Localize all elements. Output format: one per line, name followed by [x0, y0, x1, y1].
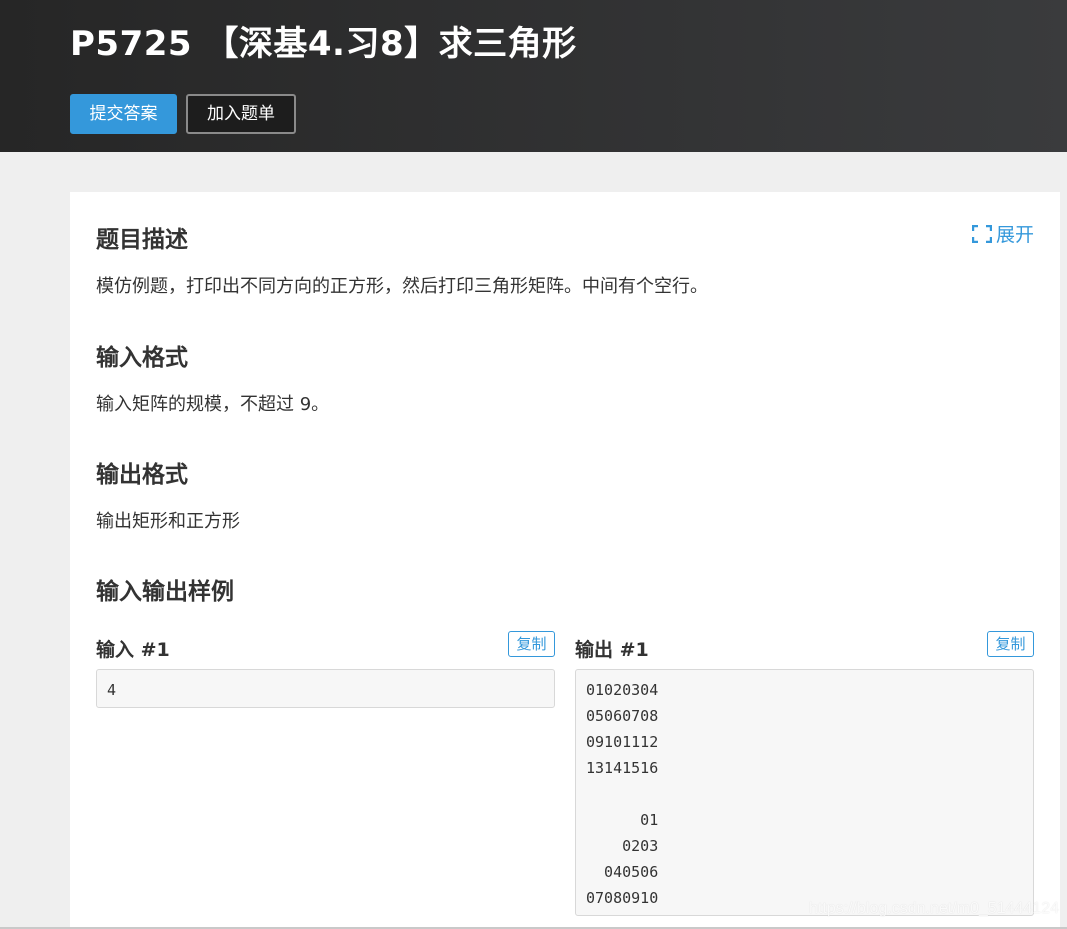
input-format-title: 输入格式 [96, 345, 188, 371]
page-header: P5725 【深基4.习8】求三角形 提交答案 加入题单 [0, 0, 1067, 152]
sample-output-box[interactable]: 01020304 05060708 09101112 13141516 01 0… [575, 669, 1034, 916]
description-title: 题目描述 [96, 227, 188, 253]
description-text: 模仿例题，打印出不同方向的正方形，然后打印三角形矩阵。中间有个空行。 [96, 276, 708, 297]
watermark: https://blog.csdn.net/m0_51444124 [809, 900, 1059, 917]
page-title: P5725 【深基4.习8】求三角形 [70, 24, 577, 64]
problem-card: 题目描述 展开 模仿例题，打印出不同方向的正方形，然后打印三角形矩阵。中间有个空… [70, 192, 1060, 929]
samples-title: 输入输出样例 [96, 579, 234, 605]
expand-icon [971, 224, 992, 243]
input-format-text: 输入矩阵的规模，不超过 9。 [96, 394, 330, 415]
sample-input-label: 输入 #1 [96, 639, 170, 661]
expand-button[interactable]: 展开 [971, 220, 1034, 247]
copy-output-button[interactable]: 复制 [987, 631, 1034, 657]
copy-input-button[interactable]: 复制 [508, 631, 555, 657]
output-format-text: 输出矩形和正方形 [96, 511, 240, 532]
expand-label: 展开 [995, 224, 1034, 246]
submit-answer-button[interactable]: 提交答案 [70, 94, 177, 134]
add-to-list-button[interactable]: 加入题单 [186, 94, 296, 134]
output-format-title: 输出格式 [96, 462, 188, 488]
sample-output-label: 输出 #1 [575, 639, 649, 661]
sample-input-box[interactable]: 4 [96, 669, 555, 708]
